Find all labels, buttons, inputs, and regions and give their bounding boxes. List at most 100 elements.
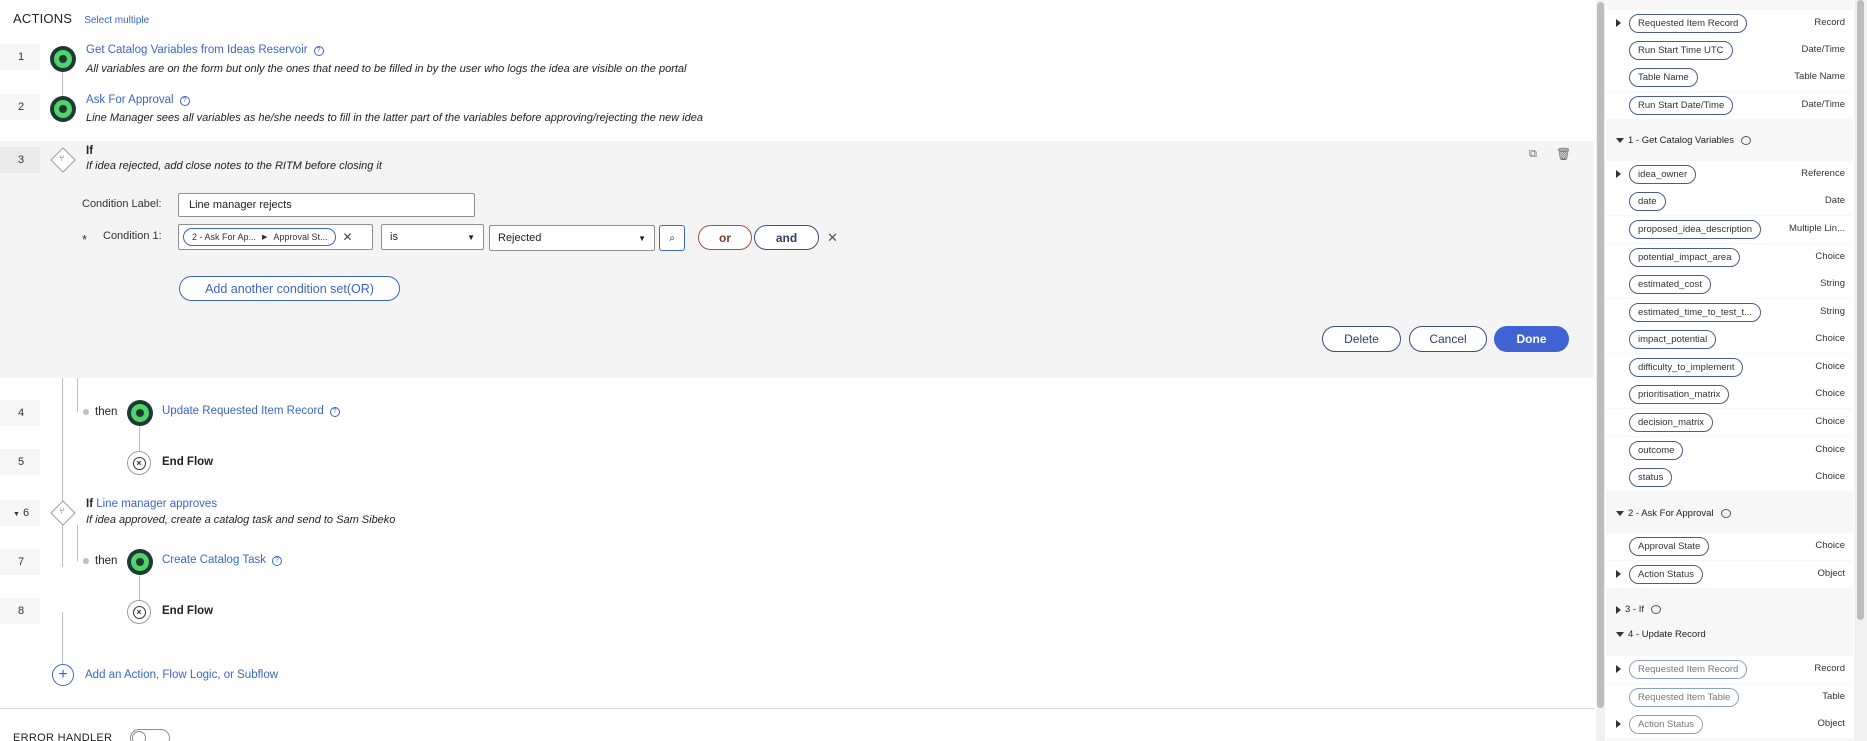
info-icon[interactable]: ? xyxy=(271,556,282,566)
data-row[interactable]: proposed_idea_description Multiple Lin... xyxy=(1606,216,1853,243)
select-multiple-link[interactable]: Select multiple xyxy=(84,15,149,26)
section-title: 2 - Ask For Approval xyxy=(1628,508,1714,519)
collapse-icon[interactable] xyxy=(1616,511,1624,516)
data-pill[interactable]: Requested Item Record xyxy=(1629,660,1748,679)
scrollbar-thumb[interactable] xyxy=(1597,2,1604,708)
step-7-link[interactable]: Create Catalog Task xyxy=(162,554,266,566)
step-6-link[interactable]: Line manager approves xyxy=(96,498,217,510)
data-row[interactable]: date Date xyxy=(1606,188,1853,215)
data-pill[interactable]: Approval State xyxy=(1629,537,1710,556)
data-row[interactable]: impact_potential Choice xyxy=(1606,326,1853,353)
data-row[interactable]: difficulty_to_implement Choice xyxy=(1606,354,1853,381)
data-pill[interactable]: potential_impact_area xyxy=(1629,248,1741,267)
data-pill[interactable]: decision_matrix xyxy=(1629,413,1713,432)
copy-icon[interactable]: ⧉ xyxy=(1529,148,1537,161)
data-pill[interactable]: difficulty_to_implement xyxy=(1629,358,1744,377)
step-7-title[interactable]: Create Catalog Task? xyxy=(162,554,282,566)
collapse-icon[interactable]: ▼ xyxy=(13,511,20,518)
section-header[interactable]: 2 - Ask For Approval xyxy=(1606,500,1853,527)
data-pill[interactable]: estimated_time_to_test_t... xyxy=(1629,303,1762,322)
or-button[interactable]: or xyxy=(698,225,752,250)
data-pill[interactable]: estimated_cost xyxy=(1629,275,1711,294)
add-action-row[interactable]: + Add an Action, Flow Logic, or Subflow xyxy=(52,664,278,686)
condition-data-pill-field[interactable]: 2 - Ask For Ap... ▶ Approval St... ✕ xyxy=(178,224,373,250)
step-2-link[interactable]: Ask For Approval xyxy=(86,94,174,106)
data-pill[interactable]: Table Name xyxy=(1629,68,1698,87)
data-pill[interactable]: Requested Item Table xyxy=(1629,688,1740,707)
data-pill[interactable]: Run Start Date/Time xyxy=(1629,96,1734,115)
data-row[interactable]: prioritisation_matrix Choice xyxy=(1606,381,1853,408)
data-row[interactable]: Action Status Object xyxy=(1606,561,1853,588)
trash-icon[interactable]: 🗑 xyxy=(1556,147,1571,161)
info-icon[interactable]: ? xyxy=(179,96,190,106)
remove-condition-icon[interactable]: ✕ xyxy=(827,230,838,246)
data-pill[interactable]: Action Status xyxy=(1629,565,1703,584)
add-condition-set-button[interactable]: Add another condition set(OR) xyxy=(179,276,400,301)
data-row[interactable]: Approval State Choice xyxy=(1606,533,1853,560)
data-row[interactable]: decision_matrix Choice xyxy=(1606,409,1853,436)
data-picker-button[interactable]: ⌕ xyxy=(659,225,685,251)
section-header[interactable]: 1 - Get Catalog Variables xyxy=(1606,127,1853,154)
value-select[interactable]: Rejected ▼ xyxy=(489,225,655,251)
data-row[interactable]: potential_impact_area Choice xyxy=(1606,244,1853,271)
data-row[interactable]: idea_owner Reference xyxy=(1606,161,1853,188)
data-panel-scrollbar[interactable] xyxy=(1854,0,1867,741)
step-2-title[interactable]: Ask For Approval? xyxy=(86,94,190,106)
data-row[interactable]: Table Name Table Name xyxy=(1606,64,1853,91)
data-row[interactable]: outcome Choice xyxy=(1606,437,1853,464)
expand-icon[interactable] xyxy=(1616,570,1621,578)
error-handler-toggle[interactable] xyxy=(130,729,170,741)
data-row[interactable]: estimated_cost String xyxy=(1606,271,1853,298)
step-1-title[interactable]: Get Catalog Variables from Ideas Reservo… xyxy=(86,44,324,56)
data-pill[interactable]: idea_owner xyxy=(1629,165,1697,184)
delete-button[interactable]: Delete xyxy=(1322,326,1401,352)
and-button[interactable]: and xyxy=(754,225,819,250)
comment-icon[interactable] xyxy=(1740,136,1751,145)
data-pill[interactable]: status xyxy=(1629,468,1673,487)
data-row[interactable]: status Choice xyxy=(1606,464,1853,491)
data-pill[interactable]: prioritisation_matrix xyxy=(1629,385,1730,404)
data-pill[interactable]: date xyxy=(1629,192,1666,211)
data-pill[interactable]: Requested Item Record xyxy=(1629,14,1748,33)
comment-icon[interactable] xyxy=(1720,509,1731,518)
data-row[interactable]: Run Start Date/Time Date/Time xyxy=(1606,92,1853,119)
expand-icon[interactable] xyxy=(1616,19,1621,27)
data-pill[interactable]: outcome xyxy=(1629,441,1684,460)
data-row[interactable]: Run Start Time UTC Date/Time xyxy=(1606,37,1853,64)
step-4-link[interactable]: Update Requested Item Record xyxy=(162,405,324,417)
expand-icon[interactable] xyxy=(1616,665,1621,673)
data-pill[interactable]: Action Status xyxy=(1629,715,1703,734)
comment-icon[interactable] xyxy=(1651,605,1662,614)
data-row[interactable]: Requested Item Record Record xyxy=(1606,656,1853,683)
step-1-link[interactable]: Get Catalog Variables from Ideas Reservo… xyxy=(86,44,308,56)
connector-line xyxy=(62,392,63,502)
expand-icon[interactable] xyxy=(1616,720,1621,728)
collapse-icon[interactable] xyxy=(1616,138,1624,143)
row-number-text: 6 xyxy=(22,507,30,519)
add-action-link[interactable]: Add an Action, Flow Logic, or Subflow xyxy=(85,669,278,681)
data-row[interactable]: estimated_time_to_test_t... String xyxy=(1606,299,1853,326)
data-pill[interactable]: impact_potential xyxy=(1629,330,1717,349)
info-icon[interactable]: ? xyxy=(329,407,340,417)
scrollbar-thumb[interactable] xyxy=(1857,0,1864,620)
data-row[interactable]: Requested Item Table Table xyxy=(1606,684,1853,711)
data-pill[interactable]: proposed_idea_description xyxy=(1629,220,1762,239)
operator-select[interactable]: is ▼ xyxy=(381,224,484,250)
remove-pill-icon[interactable]: ✕ xyxy=(342,230,352,244)
plus-icon[interactable]: + xyxy=(52,664,74,686)
data-pill[interactable]: 2 - Ask For Ap... ▶ Approval St... xyxy=(183,228,337,246)
data-row[interactable]: Action Status Object xyxy=(1606,711,1853,738)
canvas-scrollbar[interactable] xyxy=(1596,0,1605,741)
done-button[interactable]: Done xyxy=(1494,326,1569,352)
expand-icon[interactable] xyxy=(1616,605,1621,614)
section-header[interactable]: 3 - If xyxy=(1606,596,1853,623)
section-header[interactable]: 4 - Update Record xyxy=(1606,621,1853,648)
data-row[interactable]: Requested Item Record Record xyxy=(1606,10,1853,37)
cancel-button[interactable]: Cancel xyxy=(1409,326,1487,352)
info-icon[interactable]: ? xyxy=(313,46,324,56)
collapse-icon[interactable] xyxy=(1616,632,1624,637)
step-4-title[interactable]: Update Requested Item Record? xyxy=(162,405,340,417)
data-pill[interactable]: Run Start Time UTC xyxy=(1629,41,1733,60)
expand-icon[interactable] xyxy=(1616,170,1621,178)
condition-label-input[interactable]: Line manager rejects xyxy=(178,193,475,217)
